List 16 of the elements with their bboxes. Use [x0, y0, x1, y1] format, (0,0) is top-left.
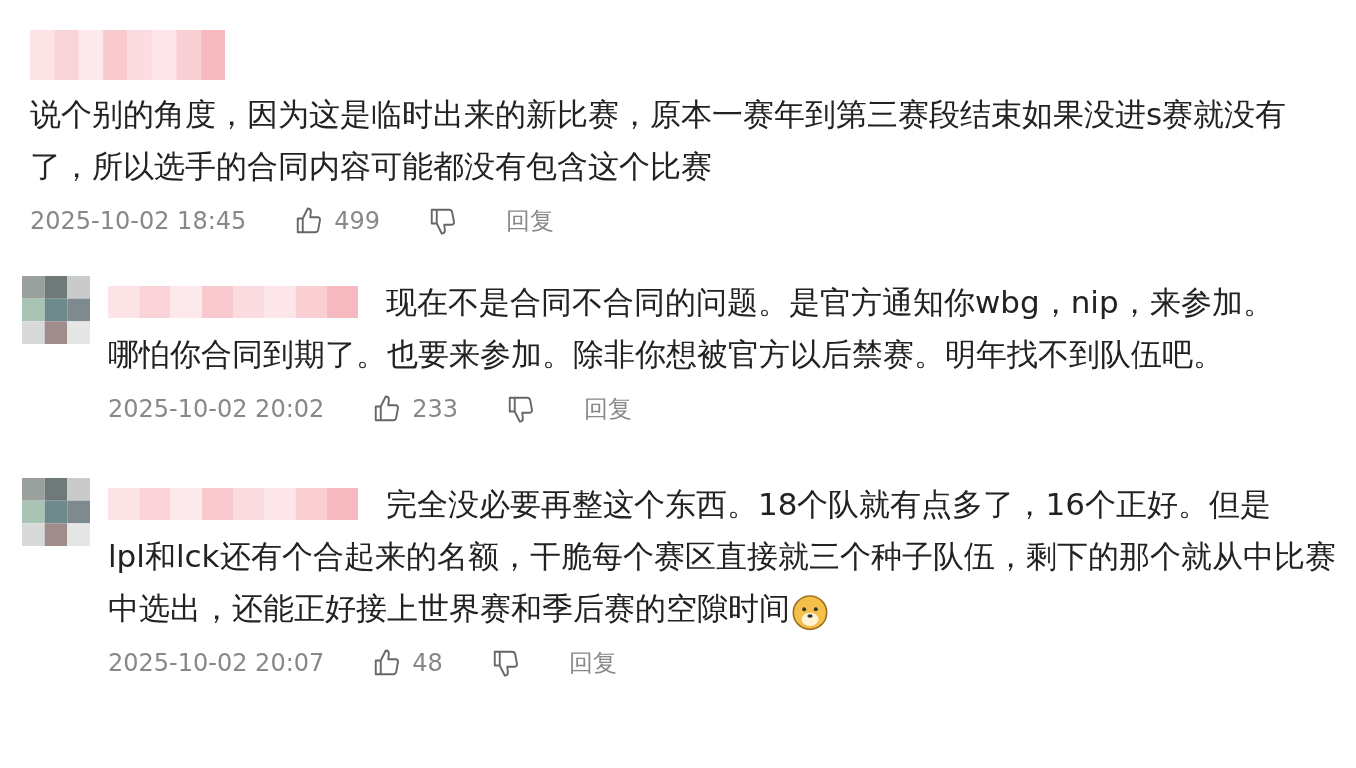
pixelated-avatar: [22, 276, 90, 344]
comment-time: 2025-10-02 20:07: [108, 649, 325, 677]
like-button[interactable]: 48: [372, 648, 443, 678]
pixelated-avatar: [22, 478, 90, 546]
comment-text: 哪怕你合同到期了。也要来参加。除非你想被官方以后禁赛。明年找不到队伍吧。: [108, 335, 1225, 374]
like-button[interactable]: 499: [294, 206, 381, 236]
comment-text: 现在不是合同不合同的问题。是官方通知你wbg，nip，来参加。: [386, 283, 1274, 322]
reply-button[interactable]: 回复: [584, 393, 633, 425]
reply-button[interactable]: 回复: [568, 647, 617, 679]
comment-time: 2025-10-02 18:45: [30, 207, 247, 235]
comment-text: 说个别的角度，因为这是临时出来的新比赛，原本一赛年到第三赛段结束如果没进s赛就没有了，所以选手的合同内容可能都没有包含这个比赛: [30, 95, 1288, 186]
comment-text: 完全没必要再整这个东西。18个队就有点多了，16个正好。但是: [386, 485, 1271, 524]
reply-button[interactable]: 回复: [506, 205, 555, 237]
comment-time: 2025-10-02 20:02: [108, 395, 325, 423]
like-button[interactable]: 233: [372, 394, 459, 424]
comment-text: lpl和lck还有个合起来的名额，干脆每个赛区直接就三个种子队伍，剩下的那个就从中比赛中选出，还能正好接上世界赛和季后赛的空隙时间: [108, 530, 1336, 634]
